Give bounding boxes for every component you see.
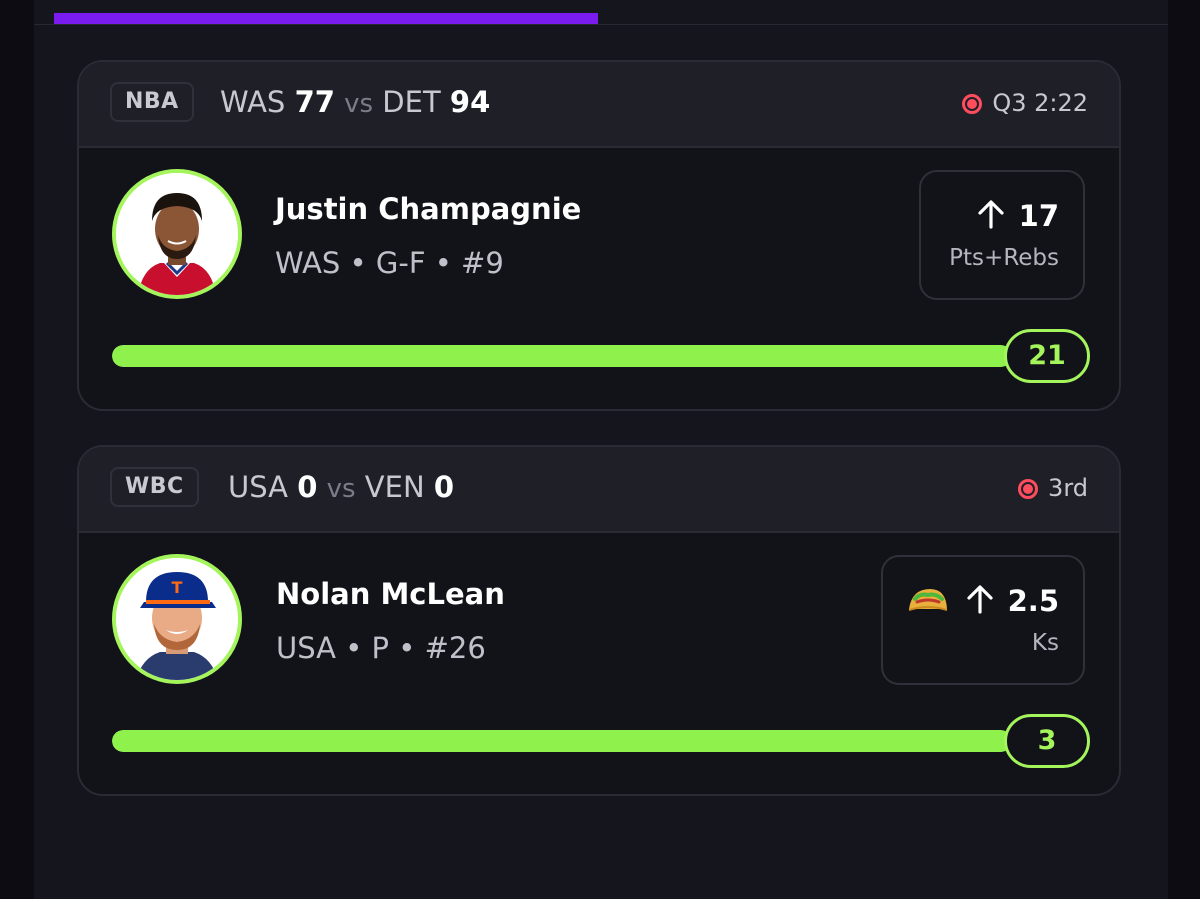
taco-icon [908,589,947,611]
game-header: WBC USA 0 vs VEN 0 3rd [79,447,1119,533]
away-score: 77 [294,85,335,119]
player-name: Justin Champagnie [275,192,582,226]
home-team: DET [382,85,441,119]
game-header: NBA WAS 77 vs DET 94 Q3 2:22 [79,62,1119,148]
game-status: Q3 2:22 [962,88,1088,118]
prop-stat-type: Pts+Rebs [949,245,1059,271]
away-team: USA [228,470,289,504]
game-status: 3rd [1018,473,1088,503]
player-name: Nolan McLean [276,577,505,611]
current-value-pill: 21 [1004,329,1090,383]
live-prop-card[interactable]: NBA WAS 77 vs DET 94 Q3 2:22 Justin Cham… [77,60,1121,411]
prop-line-value: 2.5 [1007,584,1059,618]
live-indicator-icon [1018,479,1039,499]
player-meta: USA • P • #26 [276,631,486,665]
matchup-score: USA 0 vs VEN 0 [228,469,454,507]
up-arrow-icon [978,200,1004,229]
matchup-score: WAS 77 vs DET 94 [220,84,490,122]
prop-line-box: 2.5 Ks [881,555,1085,685]
live-prop-card[interactable]: WBC USA 0 vs VEN 0 3rd T Nolan McLean US… [77,445,1121,796]
home-team: VEN [364,470,425,504]
player-headshot-icon [116,173,238,295]
stat-progress-track [112,345,1012,367]
current-value-pill: 3 [1004,714,1090,768]
prop-line: 17 [977,198,1059,234]
stat-progress-track [112,730,1012,752]
live-indicator-icon [962,94,983,114]
prop-line-box: 17 Pts+Rebs [919,170,1085,300]
league-badge: NBA [110,82,194,122]
away-score: 0 [297,470,318,504]
game-inning: 3rd [1048,474,1088,502]
vs-label: vs [326,474,356,504]
top-progress-bar [54,13,598,24]
game-clock: Q3 2:22 [992,89,1088,117]
prop-stat-type: Ks [1031,630,1059,656]
home-score: 94 [449,85,491,119]
up-arrow-icon [967,585,993,614]
vs-label: vs [344,89,374,119]
main-panel: NBA WAS 77 vs DET 94 Q3 2:22 Justin Cham… [34,0,1168,899]
player-avatar: T [112,554,242,684]
player-avatar [112,169,242,299]
league-badge: WBC [110,467,199,507]
divider [34,24,1168,25]
home-score: 0 [433,470,455,504]
prop-line-value: 17 [1018,199,1059,233]
svg-text:T: T [172,578,183,597]
player-headshot-icon: T [116,558,238,680]
prop-line: 2.5 [906,583,1059,619]
stat-progress-fill [112,345,1012,367]
player-meta: WAS • G-F • #9 [275,246,504,280]
away-team: WAS [220,85,286,119]
stat-progress-fill [112,730,1012,752]
